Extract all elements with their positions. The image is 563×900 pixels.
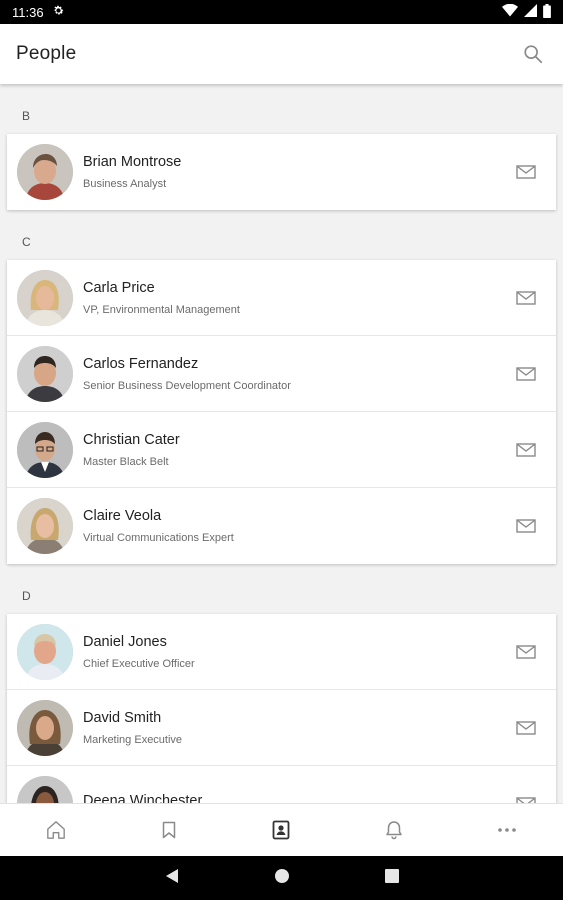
section-header-d: D [22, 589, 31, 603]
mail-icon [516, 290, 536, 305]
home-icon [47, 821, 66, 839]
avatar [17, 421, 73, 478]
email-button[interactable] [514, 514, 538, 538]
back-icon [165, 868, 178, 883]
email-button[interactable] [514, 640, 538, 664]
person-role: VP, Environmental Management [83, 303, 240, 316]
list-item[interactable]: Christian Cater Master Black Belt [7, 412, 556, 488]
tab-home[interactable] [0, 804, 113, 856]
list-item[interactable]: David Smith Marketing Executive [7, 690, 556, 766]
person-name: Christian Cater [83, 431, 180, 448]
avatar [17, 699, 73, 756]
avatar [17, 776, 73, 803]
signal-icon [524, 4, 537, 20]
system-nav-bar [0, 856, 563, 900]
avatar [17, 498, 73, 554]
email-button[interactable] [514, 792, 538, 803]
search-icon [524, 45, 543, 64]
avatar [17, 623, 73, 680]
app-bar: People [0, 24, 563, 84]
person-name: Brian Montrose [83, 154, 182, 170]
email-button[interactable] [514, 438, 538, 462]
mail-icon [516, 442, 536, 457]
tab-people[interactable] [225, 804, 338, 856]
person-role: Virtual Communications Expert [83, 532, 234, 544]
email-button[interactable] [514, 286, 538, 310]
section-header-b: B [22, 109, 31, 123]
avatar [17, 144, 73, 200]
section-header-c: C [22, 235, 31, 249]
list-item[interactable]: Deena Winchester [7, 766, 556, 803]
mail-icon [516, 644, 536, 659]
people-list[interactable]: B Brian Montrose Business Analyst C Carl… [0, 84, 563, 803]
email-button[interactable] [514, 160, 538, 184]
list-item[interactable]: Claire Veola Virtual Communications Expe… [7, 488, 556, 564]
mail-icon [516, 720, 536, 735]
recents-button[interactable] [384, 868, 399, 888]
wifi-icon [502, 3, 518, 20]
section-card-b: Brian Montrose Business Analyst [7, 134, 556, 210]
status-bar: 11:36 [0, 0, 563, 24]
person-role: Marketing Executive [83, 733, 183, 746]
person-name: Deena Winchester [83, 793, 203, 803]
tab-notifications[interactable] [338, 804, 451, 856]
list-item[interactable]: Carla Price VP, Environmental Management [7, 260, 556, 336]
person-role: Master Black Belt [83, 455, 169, 468]
avatar [17, 345, 73, 402]
back-button[interactable] [165, 868, 179, 889]
person-role: Business Analyst [83, 178, 167, 190]
status-time: 11:36 [12, 4, 44, 20]
bottom-tab-bar [0, 803, 563, 856]
home-circle-icon [274, 868, 289, 883]
recents-icon [384, 868, 399, 883]
gear-icon [52, 4, 65, 20]
battery-icon [543, 3, 551, 21]
person-name: David Smith [83, 709, 162, 726]
more-icon [497, 828, 516, 832]
list-item[interactable]: Carlos Fernandez Senior Business Develop… [7, 336, 556, 412]
mail-icon [516, 519, 536, 533]
email-button[interactable] [514, 716, 538, 740]
avatar [17, 269, 73, 326]
tab-bookmarks[interactable] [113, 804, 226, 856]
email-button[interactable] [514, 362, 538, 386]
mail-icon [516, 165, 536, 179]
contacts-icon [273, 820, 290, 840]
mail-icon [516, 366, 536, 381]
person-name: Claire Veola [83, 508, 162, 524]
section-card-c: Carla Price VP, Environmental Management… [7, 260, 556, 564]
search-button[interactable] [519, 40, 547, 68]
person-name: Carlos Fernandez [83, 355, 199, 372]
section-card-d: Daniel Jones Chief Executive Officer Dav… [7, 614, 556, 803]
bell-icon [386, 821, 402, 840]
bookmark-icon [162, 821, 176, 839]
tab-more[interactable] [450, 804, 563, 856]
person-role: Chief Executive Officer [83, 657, 195, 670]
person-name: Daniel Jones [83, 633, 167, 650]
list-item[interactable]: Brian Montrose Business Analyst [7, 134, 556, 210]
mail-icon [516, 797, 536, 803]
home-button[interactable] [274, 868, 290, 889]
list-item[interactable]: Daniel Jones Chief Executive Officer [7, 614, 556, 690]
person-role: Senior Business Development Coordinator [83, 379, 291, 392]
person-name: Carla Price [83, 279, 155, 296]
page-title: People [16, 43, 77, 64]
